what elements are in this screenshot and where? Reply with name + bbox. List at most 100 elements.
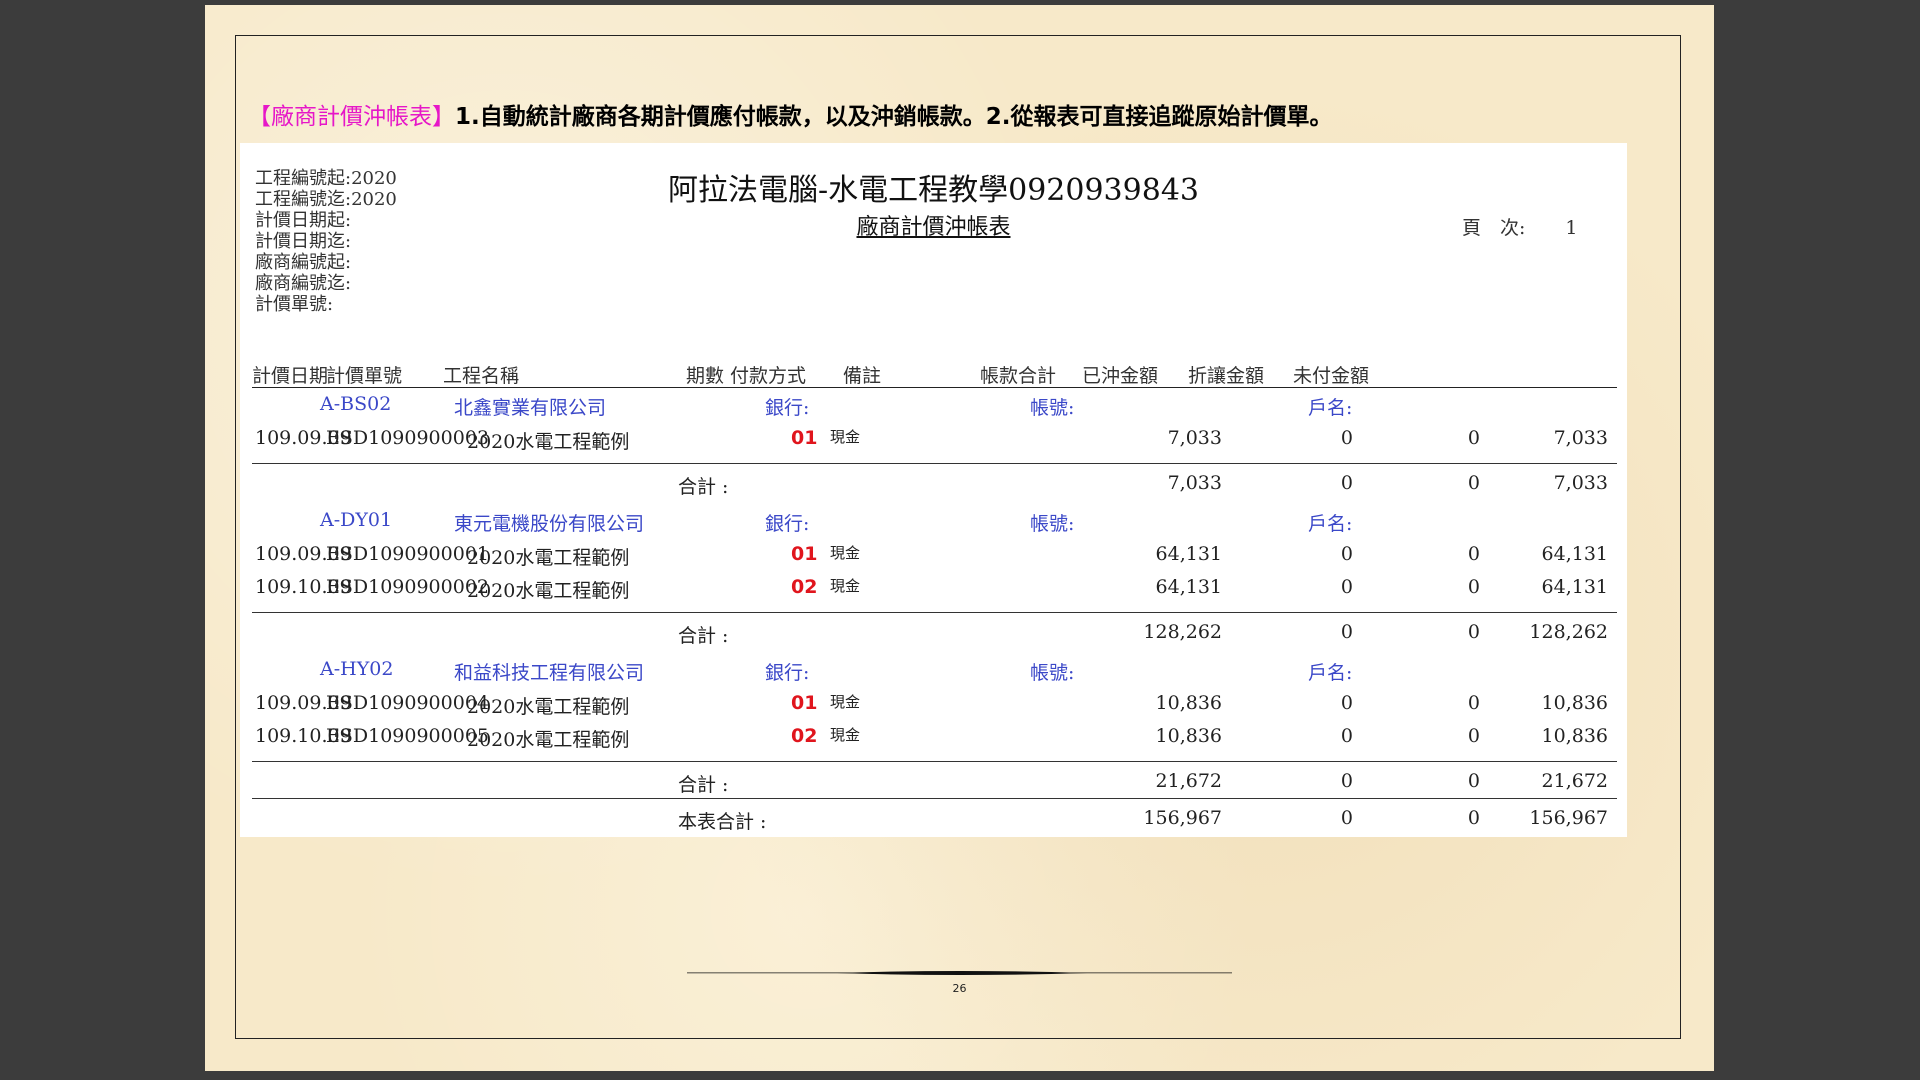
vendor-code: A-HY02 [320, 658, 394, 680]
grand-paid: 0 [1340, 807, 1353, 829]
headline-text: 1.自動統計廠商各期計價應付帳款，以及沖銷帳款。2.從報表可直接追蹤原始計價單。 [455, 104, 1333, 130]
row-unpaid: 10,836 [1541, 692, 1608, 714]
subtotal-discount: 0 [1467, 621, 1480, 643]
row-period: 02 [791, 576, 818, 598]
report-sheet: 工程編號起:2020 工程編號迄:2020 計價日期起: 計價日期迄: 廠商編號… [240, 143, 1627, 837]
row-unpaid: 7,033 [1553, 427, 1608, 449]
report-subtitle: 廠商計價沖帳表 [856, 215, 1011, 240]
account-label: 帳號: [1030, 662, 1075, 684]
subtotal-unpaid: 21,672 [1541, 770, 1608, 792]
row-total: 7,033 [1167, 427, 1222, 449]
account-label: 帳號: [1030, 397, 1075, 419]
col-header-discount: 折讓金額 [1188, 365, 1265, 387]
row-payment-method: 現金 [830, 544, 861, 562]
row-total: 10,836 [1155, 725, 1222, 747]
col-header-pay: 付款方式 [730, 365, 807, 387]
account-label: 帳號: [1030, 513, 1075, 535]
grand-total: 156,967 [1143, 807, 1222, 829]
header-rule [252, 387, 1617, 388]
row-discount: 0 [1467, 692, 1480, 714]
row-payment-method: 現金 [830, 726, 861, 744]
headline: 【廠商計價沖帳表】1.自動統計廠商各期計價應付帳款，以及沖銷帳款。2.從報表可直… [248, 97, 1332, 131]
subtotal-paid: 0 [1340, 770, 1353, 792]
row-paid: 0 [1340, 576, 1353, 598]
col-header-no: 計價單號 [326, 365, 403, 387]
param-line: 計價單號: [255, 294, 334, 315]
holder-label: 戶名: [1308, 513, 1353, 535]
page-number: 1 [1565, 217, 1578, 239]
row-total: 64,131 [1155, 576, 1222, 598]
group-rule [252, 798, 1617, 799]
grand-total-label: 本表合計 : [678, 811, 767, 833]
grand-discount: 0 [1467, 807, 1480, 829]
row-discount: 0 [1467, 543, 1480, 565]
group-rule [252, 612, 1617, 613]
col-header-total: 帳款合計 [980, 365, 1057, 387]
group-rule [252, 463, 1617, 464]
col-header-period: 期數 [686, 365, 725, 387]
row-unpaid: 64,131 [1541, 543, 1608, 565]
subtotal-unpaid: 128,262 [1529, 621, 1608, 643]
footer-page-number: 26 [952, 982, 967, 995]
footer-ornament-line [687, 971, 1232, 975]
vendor-name: 北鑫實業有限公司 [454, 397, 607, 419]
page-indicator: 頁 次: 1 [1462, 213, 1578, 240]
holder-label: 戶名: [1308, 397, 1353, 419]
row-invoice-no: ESD1090900005 [326, 725, 490, 747]
subtotal-discount: 0 [1467, 472, 1480, 494]
vendor-name: 和益科技工程有限公司 [454, 662, 645, 684]
row-period: 01 [791, 427, 818, 449]
holder-label: 戶名: [1308, 662, 1353, 684]
subtotal-label: 合計 : [678, 774, 729, 796]
bank-label: 銀行: [765, 513, 810, 535]
subtotal-unpaid: 7,033 [1553, 472, 1608, 494]
row-period: 02 [791, 725, 818, 747]
row-project: 2020水電工程範例 [467, 696, 630, 718]
row-invoice-no: ESD1090900004 [326, 692, 490, 714]
col-header-paid: 已沖金額 [1082, 365, 1159, 387]
row-project: 2020水電工程範例 [467, 547, 630, 569]
vendor-code: A-DY01 [320, 509, 393, 531]
page-label: 頁 次: [1462, 217, 1526, 239]
group-rule [252, 761, 1617, 762]
param-line: 廠商編號起: [255, 252, 352, 273]
row-payment-method: 現金 [830, 428, 861, 446]
row-discount: 0 [1467, 576, 1480, 598]
row-period: 01 [791, 692, 818, 714]
col-header-note: 備註 [843, 365, 882, 387]
subtotal-label: 合計 : [678, 625, 729, 647]
col-header-project: 工程名稱 [443, 365, 520, 387]
subtotal-total: 21,672 [1155, 770, 1222, 792]
subtotal-paid: 0 [1340, 472, 1353, 494]
subtotal-paid: 0 [1340, 621, 1353, 643]
row-unpaid: 64,131 [1541, 576, 1608, 598]
subtotal-label: 合計 : [678, 476, 729, 498]
row-invoice-no: ESD1090900002 [326, 576, 490, 598]
subtotal-discount: 0 [1467, 770, 1480, 792]
subtotal-total: 128,262 [1143, 621, 1222, 643]
row-period: 01 [791, 543, 818, 565]
row-paid: 0 [1340, 725, 1353, 747]
row-project: 2020水電工程範例 [467, 729, 630, 751]
col-header-unpaid: 未付金額 [1293, 365, 1370, 387]
row-paid: 0 [1340, 543, 1353, 565]
row-project: 2020水電工程範例 [467, 580, 630, 602]
headline-tag: 【廠商計價沖帳表】 [248, 104, 455, 130]
row-project: 2020水電工程範例 [467, 431, 630, 453]
row-payment-method: 現金 [830, 693, 861, 711]
row-unpaid: 10,836 [1541, 725, 1608, 747]
bank-label: 銀行: [765, 662, 810, 684]
row-invoice-no: ESD1090900003 [326, 427, 490, 449]
param-line: 廠商編號迄: [255, 273, 352, 294]
vendor-code: A-BS02 [320, 393, 392, 415]
row-total: 10,836 [1155, 692, 1222, 714]
document-page: 【廠商計價沖帳表】1.自動統計廠商各期計價應付帳款，以及沖銷帳款。2.從報表可直… [205, 5, 1714, 1071]
row-paid: 0 [1340, 427, 1353, 449]
row-paid: 0 [1340, 692, 1353, 714]
col-header-date: 計價日期 [252, 365, 329, 387]
row-total: 64,131 [1155, 543, 1222, 565]
grand-unpaid: 156,967 [1529, 807, 1608, 829]
bank-label: 銀行: [765, 397, 810, 419]
row-payment-method: 現金 [830, 577, 861, 595]
vendor-name: 東元電機股份有限公司 [454, 513, 645, 535]
